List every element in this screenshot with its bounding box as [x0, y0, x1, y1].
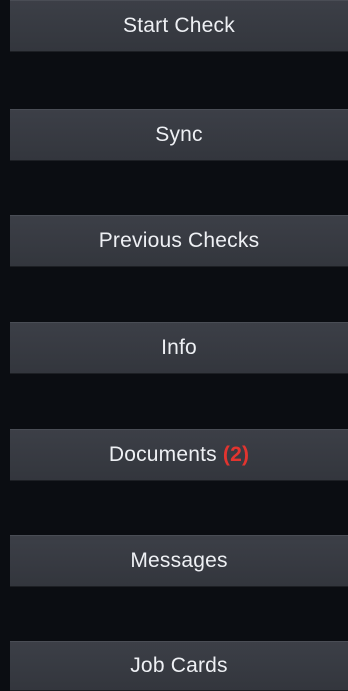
- start-check-button[interactable]: Start Check: [10, 0, 348, 52]
- info-button[interactable]: Info: [10, 322, 348, 374]
- documents-label: Documents: [108, 443, 217, 466]
- sync-label: Sync: [155, 123, 203, 146]
- previous-checks-label: Previous Checks: [98, 229, 260, 252]
- documents-button[interactable]: Documents (2): [10, 429, 348, 481]
- info-label: Info: [161, 336, 197, 359]
- start-check-label: Start Check: [123, 14, 235, 37]
- job-cards-label: Job Cards: [130, 654, 228, 677]
- messages-label: Messages: [130, 549, 228, 572]
- main-menu: Start Check Sync Previous Checks Info Do…: [0, 0, 348, 691]
- sync-button[interactable]: Sync: [10, 109, 348, 161]
- previous-checks-button[interactable]: Previous Checks: [10, 215, 348, 267]
- job-cards-button[interactable]: Job Cards: [10, 641, 348, 691]
- messages-button[interactable]: Messages: [10, 535, 348, 587]
- documents-count-badge: (2): [222, 443, 250, 466]
